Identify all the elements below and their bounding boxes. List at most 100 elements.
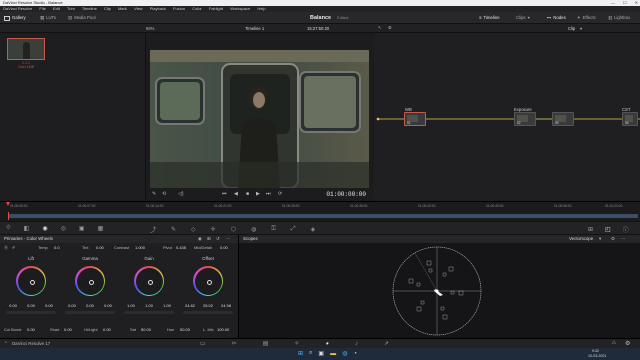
menu-item-view[interactable]: View: [134, 6, 143, 11]
node-wb[interactable]: 01: [404, 112, 426, 126]
gallery-button[interactable]: Gallery: [4, 14, 26, 22]
window-icon[interactable]: ◇: [191, 226, 196, 233]
master-wheel-slider[interactable]: [124, 311, 174, 314]
hdr-icon[interactable]: ▦: [98, 225, 104, 232]
menu-item-trim[interactable]: Trim: [67, 6, 75, 11]
wheel-value-y[interactable]: 0.00: [9, 303, 17, 308]
color-wheel-ring[interactable]: [75, 266, 105, 296]
play-reverse-icon[interactable]: ◀: [234, 191, 238, 197]
search-icon[interactable]: ⌕: [309, 350, 312, 357]
contrast-value[interactable]: 1.000: [135, 245, 145, 250]
colboost-value[interactable]: 0.00: [27, 327, 35, 332]
info-icon[interactable]: ⓘ: [623, 225, 629, 234]
scopes-icon[interactable]: ◰: [605, 226, 611, 233]
menu-item-clip[interactable]: Clip: [104, 6, 111, 11]
wheel-value-g[interactable]: 0.00: [45, 303, 53, 308]
deliver-page-icon[interactable]: ➚: [384, 340, 389, 347]
rgb-mixer-icon[interactable]: ◎: [61, 225, 66, 232]
scope-settings-icon[interactable]: ⚙: [611, 235, 615, 243]
scope-type-dropdown[interactable]: Vectorscope: [569, 235, 593, 243]
wheel-value-g[interactable]: 1.00: [163, 303, 171, 308]
qualifier-icon[interactable]: ✎: [171, 226, 176, 233]
home-icon[interactable]: ⌂: [612, 340, 616, 346]
playhead[interactable]: [8, 212, 9, 220]
key-icon[interactable]: ⚿: [271, 226, 276, 233]
media-page-icon[interactable]: ▭: [200, 340, 206, 347]
skip-forward-icon[interactable]: ⏭: [266, 191, 271, 197]
fairlight-page-icon[interactable]: ♪: [355, 341, 358, 347]
reset-icon[interactable]: ↺: [216, 235, 220, 243]
mini-timeline[interactable]: 01:00:00:00 01:00:07:00 01:00:14:00 01:0…: [0, 201, 640, 221]
zoom-level[interactable]: 68%: [146, 26, 154, 31]
bars-mode-icon[interactable]: ◉: [198, 235, 202, 243]
color-wheels-icon[interactable]: ◉: [42, 225, 47, 232]
master-wheel-slider[interactable]: [183, 311, 233, 314]
menu-item-playback[interactable]: Playback: [150, 6, 166, 11]
volume-icon[interactable]: ◁): [178, 191, 184, 197]
file-explorer-icon[interactable]: ▬: [330, 351, 336, 357]
tracker-icon[interactable]: ✛: [211, 226, 216, 233]
sat-value[interactable]: 50.00: [141, 327, 151, 332]
gamma-wheel[interactable]: Gamma 0.00 0.00 0.00: [61, 254, 119, 326]
blur-icon[interactable]: ◍: [251, 226, 256, 233]
lift-wheel[interactable]: Lift 0.00 0.00 0.00: [2, 254, 60, 326]
menu-item-fusion[interactable]: Fusion: [173, 6, 185, 11]
shad-value[interactable]: 0.00: [64, 327, 72, 332]
menu-item-workspace[interactable]: Workspace: [230, 6, 250, 11]
cut-page-icon[interactable]: ✂: [232, 340, 237, 347]
color-wheel-ring[interactable]: [193, 266, 223, 296]
project-settings-icon[interactable]: ⚙: [625, 340, 630, 347]
node-cst[interactable]: 04: [622, 112, 638, 126]
node-exposure[interactable]: 02: [514, 112, 536, 126]
hue-value[interactable]: 50.00: [180, 327, 190, 332]
wheel-value-y[interactable]: 24.82: [185, 303, 195, 308]
gain-wheel[interactable]: Gain 1.00 1.00 1.00: [120, 254, 178, 326]
master-wheel-slider[interactable]: [65, 311, 115, 314]
keyframes-icon[interactable]: ⊞: [588, 226, 593, 233]
edit-page-icon[interactable]: ▤: [263, 340, 269, 347]
wheel-value-y[interactable]: 1.00: [127, 303, 135, 308]
resolve-taskbar-icon[interactable]: ◔: [353, 351, 357, 357]
more-options-icon[interactable]: ⋯: [621, 235, 625, 243]
wheel-value-r[interactable]: 1.00: [145, 303, 153, 308]
timeline-name[interactable]: Timeline 1: [245, 26, 264, 31]
loop-icon[interactable]: ⟲: [162, 191, 166, 197]
motion-effects-icon[interactable]: ▣: [79, 225, 85, 232]
browser-icon[interactable]: ◍: [342, 350, 347, 357]
chevron-down-icon[interactable]: ▾: [580, 26, 582, 31]
wheel-value-r[interactable]: 25.02: [203, 303, 213, 308]
luts-button[interactable]: ▦ LUTs: [40, 14, 56, 22]
media-pool-button[interactable]: ▤ Media Pool: [68, 14, 96, 22]
menu-item-help[interactable]: Help: [257, 6, 265, 11]
playhead-tool-icon[interactable]: ✎: [152, 191, 156, 197]
effects-button[interactable]: ✦ Effects: [577, 14, 596, 22]
playhead-marker-icon[interactable]: [6, 202, 10, 206]
lightbox-button[interactable]: ▥ Lightbox: [608, 14, 630, 22]
more-options-icon[interactable]: ⋯: [226, 235, 230, 243]
hilight-value[interactable]: 0.00: [103, 327, 111, 332]
video-frame[interactable]: [150, 50, 369, 188]
nodes-button[interactable]: ⊷ Nodes: [547, 14, 566, 22]
chevron-down-icon[interactable]: ▾: [599, 235, 601, 243]
color-wheel-ring[interactable]: [134, 266, 164, 296]
menu-item-color[interactable]: Color: [192, 6, 202, 11]
menu-item-fairlight[interactable]: Fairlight: [209, 6, 223, 11]
lmix-value[interactable]: 100.00: [217, 327, 229, 332]
camera-raw-icon[interactable]: ⟐: [6, 225, 11, 232]
clips-button[interactable]: Clips ▾: [516, 14, 530, 22]
picker-icon[interactable]: ✐: [12, 245, 15, 250]
color-page-icon[interactable]: ◕: [325, 341, 329, 347]
menu-item-timeline[interactable]: Timeline: [82, 6, 97, 11]
wheel-value-g[interactable]: 24.98: [221, 303, 231, 308]
sizing-icon[interactable]: ⤢: [291, 226, 296, 233]
timeline-button[interactable]: ≡ Timeline: [479, 14, 500, 22]
menu-item-edit[interactable]: Edit: [53, 6, 60, 11]
clip-mode-label[interactable]: Clip: [568, 26, 575, 31]
skip-back-icon[interactable]: ⏮: [222, 191, 227, 197]
pivot-value[interactable]: 0.435: [176, 245, 186, 250]
stop-icon[interactable]: ■: [246, 191, 249, 197]
play-icon[interactable]: ▶: [256, 191, 260, 197]
tint-value[interactable]: 0.00: [96, 245, 104, 250]
auto-balance-icon[interactable]: Ⓐ: [4, 245, 8, 251]
offset-wheel[interactable]: Offset 24.82 25.02 24.98: [179, 254, 237, 326]
